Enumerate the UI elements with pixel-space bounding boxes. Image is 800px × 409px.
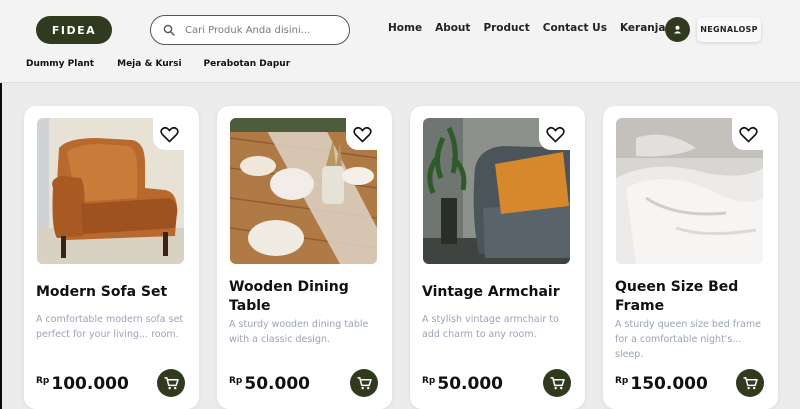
cart-icon bbox=[550, 376, 565, 389]
heart-icon bbox=[545, 126, 565, 142]
product-description: A sturdy wooden dining table with a clas… bbox=[229, 319, 369, 345]
product-card[interactable]: Wooden Dining Table A sturdy wooden dini… bbox=[217, 106, 392, 409]
search-icon bbox=[163, 24, 175, 36]
product-title[interactable]: Vintage Armchair bbox=[422, 283, 577, 302]
site-header: FIDEA Home About Product Contact Us Kera… bbox=[0, 0, 800, 83]
currency-label: Rp bbox=[422, 376, 436, 386]
product-title[interactable]: Wooden Dining Table bbox=[229, 278, 384, 316]
heart-icon bbox=[159, 126, 179, 142]
category-bar: Dummy Plant Meja & Kursi Perabotan Dapur bbox=[26, 59, 290, 69]
heart-icon bbox=[352, 126, 372, 142]
add-to-cart-button[interactable] bbox=[350, 369, 378, 397]
favorite-button[interactable] bbox=[153, 118, 185, 150]
product-price: Rp 150.000 bbox=[615, 374, 708, 394]
username-badge[interactable]: NEGNALOSP bbox=[697, 17, 761, 42]
product-price: Rp 100.000 bbox=[36, 374, 129, 394]
price-amount: 50.000 bbox=[437, 374, 503, 394]
main-nav: Home About Product Contact Us Keranjang bbox=[388, 22, 693, 38]
product-card[interactable]: Queen Size Bed Frame A sturdy queen size… bbox=[603, 106, 778, 409]
product-description: A sturdy queen size bed frame for a comf… bbox=[615, 319, 761, 360]
cart-icon bbox=[743, 376, 758, 389]
user-account-button[interactable] bbox=[665, 17, 690, 42]
cart-icon bbox=[164, 376, 179, 389]
product-title[interactable]: Queen Size Bed Frame bbox=[615, 278, 770, 316]
product-card[interactable]: Vintage Armchair A stylish vintage armch… bbox=[410, 106, 585, 409]
cart-icon bbox=[357, 376, 372, 389]
add-to-cart-button[interactable] bbox=[736, 369, 764, 397]
category-perabotan-dapur[interactable]: Perabotan Dapur bbox=[204, 59, 291, 69]
price-amount: 150.000 bbox=[630, 374, 708, 394]
product-description: A comfortable modern sofa set perfect fo… bbox=[36, 314, 184, 340]
search-input[interactable] bbox=[185, 24, 335, 36]
favorite-button[interactable] bbox=[732, 118, 764, 150]
currency-label: Rp bbox=[615, 376, 629, 386]
currency-label: Rp bbox=[229, 376, 243, 386]
favorite-button[interactable] bbox=[539, 118, 571, 150]
category-dummy-plant[interactable]: Dummy Plant bbox=[26, 59, 94, 69]
nav-home[interactable]: Home bbox=[388, 22, 422, 38]
heart-icon bbox=[738, 126, 758, 142]
product-price: Rp 50.000 bbox=[422, 374, 503, 394]
nav-about[interactable]: About bbox=[435, 22, 470, 38]
price-amount: 50.000 bbox=[244, 374, 310, 394]
favorite-button[interactable] bbox=[346, 118, 378, 150]
category-meja-kursi[interactable]: Meja & Kursi bbox=[117, 59, 181, 69]
price-amount: 100.000 bbox=[51, 374, 129, 394]
search-bar[interactable] bbox=[150, 15, 350, 45]
add-to-cart-button[interactable] bbox=[543, 369, 571, 397]
product-card[interactable]: Modern Sofa Set A comfortable modern sof… bbox=[24, 106, 199, 409]
product-title[interactable]: Modern Sofa Set bbox=[36, 283, 191, 302]
user-icon bbox=[673, 25, 682, 34]
nav-contact-us[interactable]: Contact Us bbox=[543, 22, 607, 38]
add-to-cart-button[interactable] bbox=[157, 369, 185, 397]
currency-label: Rp bbox=[36, 376, 50, 386]
nav-product[interactable]: Product bbox=[483, 22, 529, 38]
brand-logo[interactable]: FIDEA bbox=[36, 16, 112, 44]
product-description: A stylish vintage armchair to add charm … bbox=[422, 314, 559, 340]
product-price: Rp 50.000 bbox=[229, 374, 310, 394]
